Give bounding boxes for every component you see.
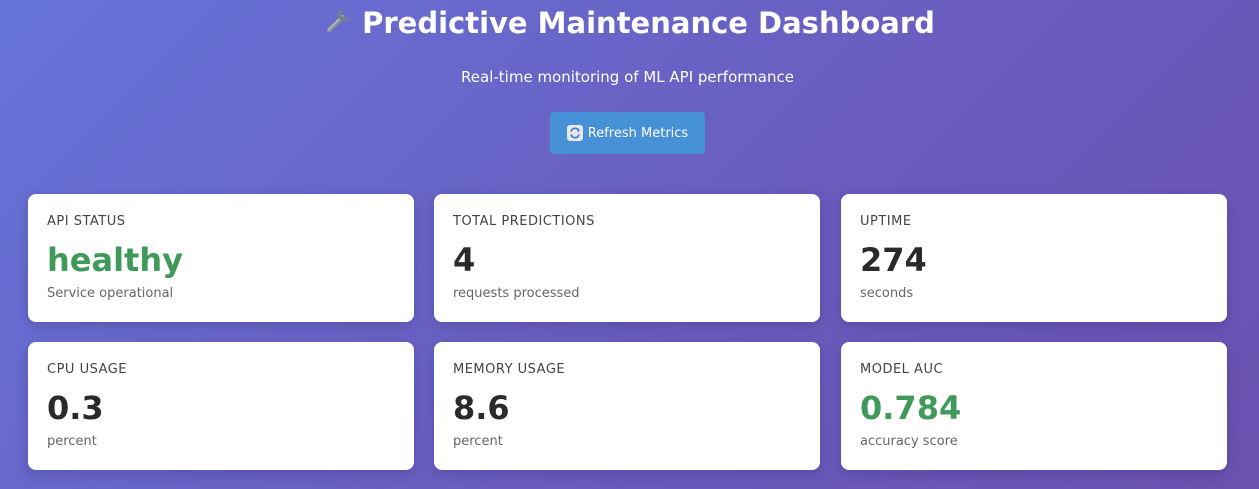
metric-card-api-status: API STATUS healthy Service operational — [28, 194, 414, 322]
metric-card-total-predictions: TOTAL PREDICTIONS 4 requests processed — [434, 194, 820, 322]
page-title-text: Predictive Maintenance Dashboard — [362, 6, 935, 40]
metric-card-model-auc: MODEL AUC 0.784 accuracy score — [841, 342, 1227, 470]
metric-value: 0.784 — [860, 389, 962, 427]
metric-label: API STATUS — [47, 214, 126, 229]
metric-label: CPU USAGE — [47, 362, 128, 377]
wrench-icon — [320, 7, 354, 37]
metric-value: healthy — [47, 241, 183, 279]
metric-description: percent — [47, 434, 97, 449]
page-subtitle: Real-time monitoring of ML API performan… — [461, 68, 794, 86]
page-title: Predictive Maintenance Dashboard — [0, 3, 1255, 43]
metric-description: Service operational — [47, 286, 174, 301]
metric-label: MODEL AUC — [860, 362, 944, 377]
metric-description: seconds — [860, 286, 914, 301]
metric-label: TOTAL PREDICTIONS — [453, 214, 595, 229]
metric-value: 4 — [453, 241, 476, 279]
metric-card-uptime: UPTIME 274 seconds — [841, 194, 1227, 322]
metric-description: accuracy score — [860, 434, 958, 449]
metric-description: percent — [453, 434, 503, 449]
metric-value: 8.6 — [453, 389, 510, 427]
metric-card-memory-usage: MEMORY USAGE 8.6 percent — [434, 342, 820, 470]
metric-label: UPTIME — [860, 214, 912, 229]
metric-label: MEMORY USAGE — [453, 362, 566, 377]
metric-value: 274 — [860, 241, 927, 279]
metric-description: requests processed — [453, 286, 580, 301]
refresh-metrics-label: Refresh Metrics — [587, 125, 689, 141]
metric-value: 0.3 — [47, 389, 104, 427]
refresh-icon — [566, 125, 583, 141]
refresh-metrics-button[interactable]: Refresh Metrics — [550, 112, 705, 154]
metric-card-cpu-usage: CPU USAGE 0.3 percent — [28, 342, 414, 470]
